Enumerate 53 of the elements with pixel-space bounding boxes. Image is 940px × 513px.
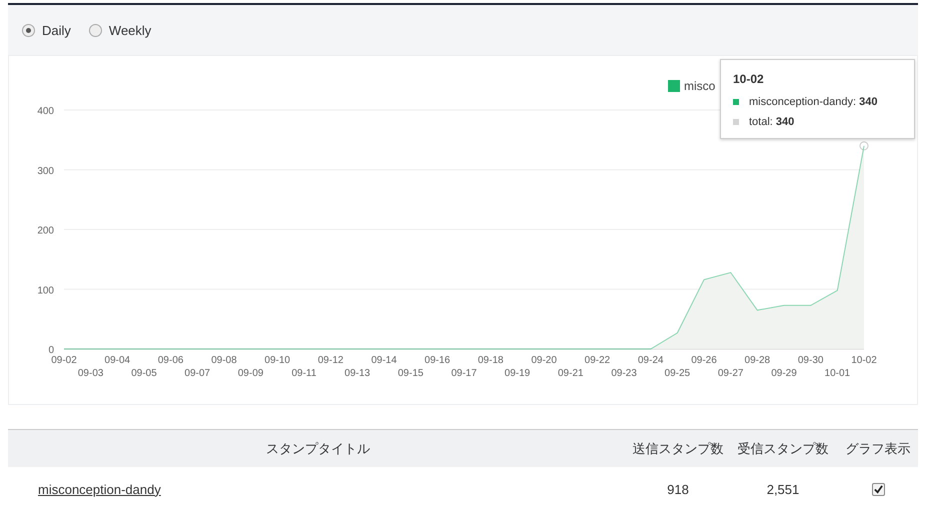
x-tick-label: 10-02 bbox=[851, 355, 877, 366]
table-cell-text: 2,551 bbox=[766, 482, 800, 496]
x-tick-label: 09-11 bbox=[292, 368, 316, 379]
x-tick-label: 09-09 bbox=[238, 368, 264, 379]
hover-marker bbox=[860, 141, 868, 150]
x-tick-label: 09-12 bbox=[318, 355, 344, 366]
x-tick-label: 09-02 bbox=[51, 355, 77, 366]
tooltip-entry: total: 340 bbox=[749, 116, 794, 128]
x-tick-label: 09-20 bbox=[531, 355, 557, 366]
x-tick-label: 09-17 bbox=[451, 368, 477, 379]
x-tick-label: 10-01 bbox=[824, 368, 850, 379]
x-tick-label: 09-21 bbox=[558, 368, 584, 379]
column-header: 受信スタンプ数 bbox=[736, 440, 830, 458]
x-tick-label: 09-08 bbox=[211, 355, 237, 366]
y-tick-label: 300 bbox=[37, 166, 54, 177]
x-tick-label: 09-30 bbox=[798, 355, 824, 366]
legend-swatch bbox=[668, 80, 680, 92]
x-tick-label: 09-25 bbox=[664, 368, 690, 379]
x-tick-label: 09-27 bbox=[718, 368, 744, 379]
y-tick-label: 0 bbox=[48, 345, 54, 356]
y-tick-label: 100 bbox=[37, 285, 54, 296]
x-tick-label: 09-03 bbox=[78, 368, 104, 379]
y-tick-label: 400 bbox=[37, 106, 54, 117]
x-tick-label: 09-28 bbox=[744, 355, 770, 366]
check-icon bbox=[874, 484, 882, 494]
x-tick-label: 09-18 bbox=[478, 355, 504, 366]
tooltip-entry: misconception-dandy: 340 bbox=[749, 96, 878, 108]
x-tick-label: 09-04 bbox=[104, 355, 130, 366]
x-tick-label: 09-24 bbox=[638, 355, 664, 366]
x-tick-label: 09-06 bbox=[158, 355, 184, 366]
graph-checkbox[interactable] bbox=[872, 482, 884, 496]
period-radio[interactable]: Daily bbox=[22, 22, 71, 38]
column-header: 送信スタンプ数 bbox=[632, 440, 724, 458]
x-tick-label: 09-07 bbox=[184, 368, 210, 379]
x-tick-label: 09-13 bbox=[344, 368, 370, 379]
x-tick-label: 09-10 bbox=[264, 355, 290, 366]
x-tick-label: 09-05 bbox=[131, 368, 157, 379]
x-tick-label: 09-29 bbox=[771, 368, 797, 379]
x-tick-label: 09-26 bbox=[691, 355, 717, 366]
tooltip-title: 10-02 bbox=[733, 72, 765, 86]
x-tick-label: 09-23 bbox=[611, 368, 637, 379]
stamp-title-link[interactable]: misconception-dandy bbox=[8, 482, 628, 496]
x-tick-label: 09-22 bbox=[584, 355, 610, 366]
x-tick-label: 09-19 bbox=[504, 368, 530, 379]
table-cell-text: 918 bbox=[666, 482, 690, 496]
legend-label[interactable]: misco bbox=[684, 79, 716, 93]
x-tick-label: 09-16 bbox=[424, 355, 450, 366]
y-tick-label: 200 bbox=[37, 226, 54, 236]
x-tick-label: 09-15 bbox=[398, 368, 424, 379]
column-header: スタンプタイトル bbox=[265, 440, 371, 458]
period-radio[interactable]: Weekly bbox=[88, 22, 152, 38]
x-tick-label: 09-14 bbox=[371, 355, 397, 366]
column-header: グラフ表示 bbox=[844, 440, 912, 458]
